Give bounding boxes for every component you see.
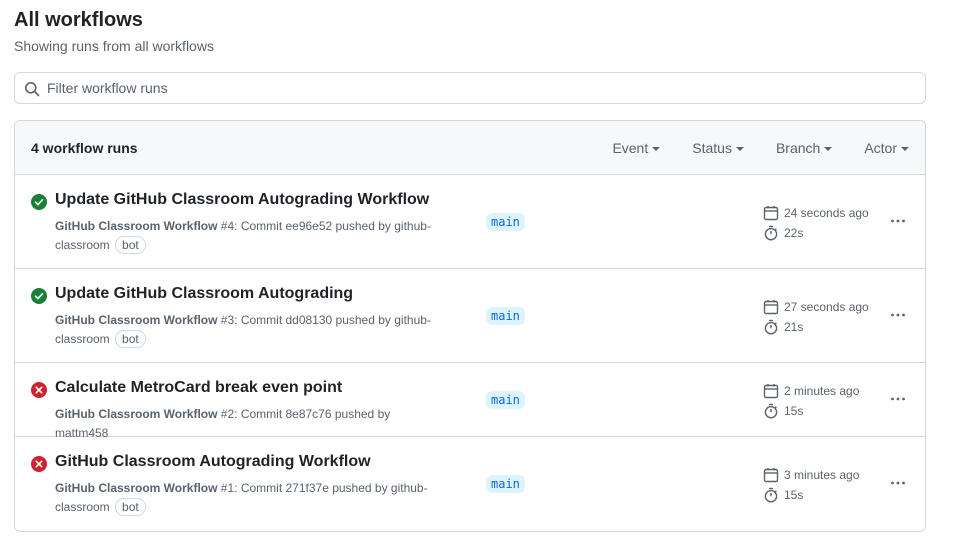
caret-down-icon [901, 147, 909, 151]
runs-count: 4 workflow runs [31, 140, 138, 156]
run-title-link[interactable]: Update GitHub Classroom Autograding Work… [55, 191, 429, 209]
run-time-ago: 24 seconds ago [784, 206, 869, 220]
bot-badge: bot [115, 498, 146, 516]
run-more-button[interactable] [887, 211, 909, 231]
workflow-name: GitHub Classroom Workflow [55, 219, 218, 233]
workflow-name: GitHub Classroom Workflow [55, 407, 218, 421]
workflow-run-row[interactable]: Update GitHub Classroom Autograding Work… [15, 175, 925, 269]
run-time-ago: 27 seconds ago [784, 300, 869, 314]
stopwatch-icon [764, 487, 778, 503]
stopwatch-icon [764, 225, 778, 241]
run-title-link[interactable]: Calculate MetroCard break even point [55, 379, 342, 397]
run-meta: GitHub Classroom Workflow #1: Commit 271… [55, 479, 445, 517]
actor-filter-label: Actor [864, 140, 897, 156]
check-circle-fill-icon [31, 194, 47, 210]
calendar-icon [763, 384, 779, 399]
run-duration: 21s [784, 320, 804, 334]
page-subtitle: Showing runs from all workflows [14, 38, 214, 54]
filter-bar: Event Status Branch Actor [612, 140, 909, 156]
bot-badge: bot [115, 330, 146, 348]
run-timing: 27 seconds ago 21s [763, 297, 869, 337]
filter-runs-input[interactable] [47, 73, 907, 103]
stopwatch-icon [764, 403, 778, 419]
event-filter-label: Event [612, 140, 649, 156]
status-filter-dropdown[interactable]: Status [692, 140, 744, 156]
run-more-button[interactable] [887, 473, 909, 493]
kebab-horizontal-icon [891, 481, 905, 485]
calendar-icon [763, 206, 779, 221]
workflow-run-row[interactable]: Calculate MetroCard break even point Git… [15, 363, 925, 440]
x-circle-fill-icon [31, 456, 47, 472]
calendar-icon [763, 300, 779, 315]
workflow-name: GitHub Classroom Workflow [55, 313, 218, 327]
run-time-ago: 3 minutes ago [784, 468, 860, 482]
branch-filter-dropdown[interactable]: Branch [775, 140, 833, 156]
caret-down-icon [735, 147, 744, 151]
branch-filter-label: Branch [775, 140, 821, 156]
run-duration: 15s [784, 404, 804, 418]
workflow-run-row[interactable]: GitHub Classroom Autograding Workflow Gi… [15, 437, 925, 531]
run-more-button[interactable] [887, 389, 909, 409]
run-duration: 22s [784, 226, 804, 240]
check-circle-fill-icon [31, 288, 47, 304]
actor-filter-dropdown[interactable]: Actor [864, 140, 909, 156]
kebab-horizontal-icon [891, 219, 905, 223]
kebab-horizontal-icon [891, 397, 905, 401]
search-box[interactable] [14, 72, 926, 104]
caret-down-icon [652, 147, 661, 151]
branch-label[interactable]: main [486, 475, 525, 493]
run-timing: 3 minutes ago 15s [763, 465, 859, 505]
run-meta: GitHub Classroom Workflow #4: Commit ee9… [55, 217, 445, 255]
status-filter-label: Status [692, 140, 732, 156]
kebab-horizontal-icon [891, 313, 905, 317]
run-title-link[interactable]: GitHub Classroom Autograding Workflow [55, 453, 371, 471]
calendar-icon [763, 468, 779, 483]
caret-down-icon [824, 147, 833, 151]
workflow-name: GitHub Classroom Workflow [55, 481, 218, 495]
x-circle-fill-icon [31, 382, 47, 398]
search-icon [24, 81, 40, 97]
branch-label[interactable]: main [486, 213, 525, 231]
workflow-runs-list: 4 workflow runs Event Status Branch Acto… [14, 120, 926, 532]
run-timing: 2 minutes ago 15s [763, 381, 859, 421]
run-more-button[interactable] [887, 305, 909, 325]
run-duration: 15s [784, 488, 804, 502]
stopwatch-icon [764, 319, 778, 335]
branch-label[interactable]: main [486, 391, 525, 409]
workflow-run-row[interactable]: Update GitHub Classroom Autograding GitH… [15, 269, 925, 363]
run-meta: GitHub Classroom Workflow #3: Commit dd0… [55, 311, 445, 349]
bot-badge: bot [115, 236, 146, 254]
runs-list-header: 4 workflow runs Event Status Branch Acto… [15, 121, 925, 175]
branch-label[interactable]: main [486, 307, 525, 325]
page-title: All workflows [14, 9, 143, 31]
run-timing: 24 seconds ago 22s [763, 203, 869, 243]
event-filter-dropdown[interactable]: Event [612, 140, 661, 156]
run-time-ago: 2 minutes ago [784, 384, 860, 398]
run-title-link[interactable]: Update GitHub Classroom Autograding [55, 285, 353, 303]
